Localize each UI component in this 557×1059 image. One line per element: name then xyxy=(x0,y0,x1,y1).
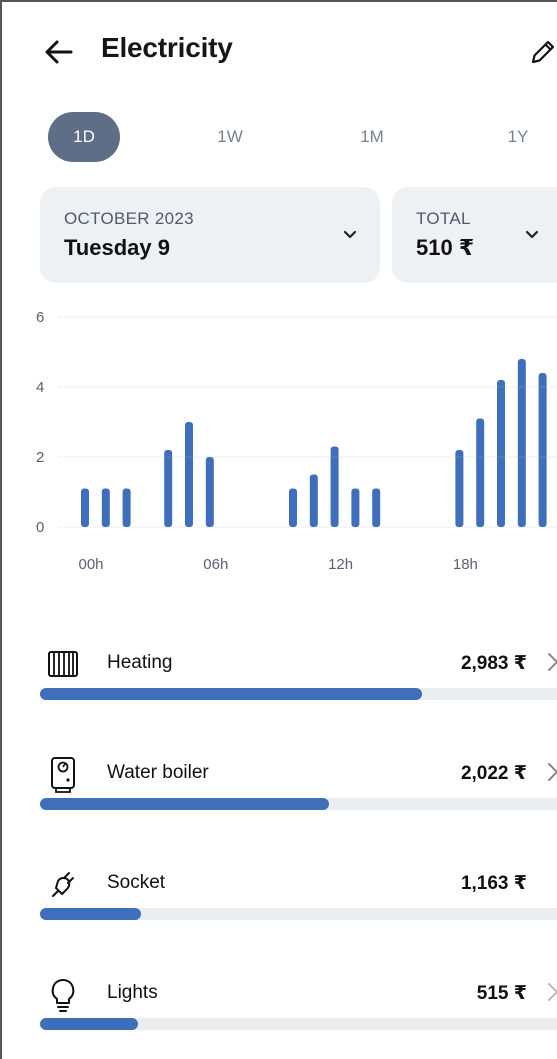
date-selector[interactable]: OCTOBER 2023 Tuesday 9 xyxy=(40,187,380,283)
y-tick-label: 4 xyxy=(36,379,44,396)
date-selector-label: OCTOBER 2023 xyxy=(64,209,194,228)
y-tick-label: 6 xyxy=(36,309,44,326)
category-name: Water boiler xyxy=(107,762,209,783)
chevron-down-icon xyxy=(525,230,539,239)
category-share-track xyxy=(40,798,557,810)
arrow-left-icon[interactable] xyxy=(43,36,75,68)
x-tick-label: 00h xyxy=(78,556,103,573)
chart-bar[interactable] xyxy=(289,488,297,528)
category-share-bar xyxy=(40,1018,139,1030)
category-amount: 515 ₹ xyxy=(476,983,527,1004)
chart-bar[interactable] xyxy=(455,450,464,527)
category-amount: 1,163 ₹ xyxy=(460,873,527,894)
plug-icon xyxy=(52,872,74,897)
tab-1m[interactable]: 1M xyxy=(340,112,404,162)
category-row-heating[interactable]: Heating 2,983 ₹ xyxy=(2,650,557,760)
category-name: Lights xyxy=(107,982,158,1003)
category-share-bar xyxy=(40,798,329,810)
chart-bar[interactable] xyxy=(309,474,318,528)
chevron-right-icon[interactable] xyxy=(546,650,557,674)
x-tick-label: 12h xyxy=(328,556,353,573)
category-row-lights[interactable]: Lights 515 ₹ xyxy=(2,979,557,1059)
pencil-icon[interactable] xyxy=(529,38,557,66)
category-amount: 2,022 ₹ xyxy=(460,763,527,784)
x-tick-label: 18h xyxy=(453,556,478,573)
chart-bar[interactable] xyxy=(351,488,360,528)
chart-bar[interactable] xyxy=(330,446,339,528)
chevron-right-icon[interactable] xyxy=(546,980,557,1004)
chart-bar[interactable] xyxy=(497,380,505,527)
total-selector-value: 510 ₹ xyxy=(416,235,475,260)
chart-bar[interactable] xyxy=(205,457,214,527)
y-tick-label: 0 xyxy=(36,519,44,536)
chart-bar[interactable] xyxy=(185,422,193,527)
category-row-socket[interactable]: Socket 1,163 ₹ xyxy=(2,870,557,980)
water-boiler-icon xyxy=(51,757,75,793)
x-tick-label: 06h xyxy=(203,556,228,573)
category-share-track xyxy=(40,688,557,700)
chart-bar[interactable] xyxy=(164,450,173,527)
chart-bar[interactable] xyxy=(538,373,547,527)
total-selector-label: TOTAL xyxy=(416,209,471,228)
chevron-down-icon xyxy=(343,230,357,239)
date-selector-value: Tuesday 9 xyxy=(64,235,170,260)
category-share-bar xyxy=(40,908,141,920)
y-tick-label: 2 xyxy=(36,449,44,466)
category-amount: 2,983 ₹ xyxy=(460,653,527,674)
chart-bar[interactable] xyxy=(372,488,381,528)
page-title: Electricity xyxy=(101,32,233,63)
chart-bar[interactable] xyxy=(101,488,110,528)
tab-1d[interactable]: 1D xyxy=(48,112,120,162)
chart-bar[interactable] xyxy=(81,488,89,528)
category-name: Heating xyxy=(107,652,173,673)
radiator-icon xyxy=(48,651,78,677)
category-share-track xyxy=(40,908,557,920)
app-screen: Electricity 1D 1W 1M 1Y OCTOBER 2023 Tue… xyxy=(0,0,557,1059)
category-share-track xyxy=(40,1018,557,1030)
category-share-bar xyxy=(40,688,422,700)
chart-bar[interactable] xyxy=(476,418,485,528)
category-name: Socket xyxy=(107,872,166,893)
chart-bar[interactable] xyxy=(122,488,131,528)
lightbulb-icon xyxy=(51,979,75,1012)
tab-1w[interactable]: 1W xyxy=(198,112,262,162)
total-selector[interactable]: TOTAL 510 ₹ xyxy=(392,187,557,283)
chart-bar[interactable] xyxy=(517,359,526,527)
hourly-consumption-chart: 0 2 4 6 00h 06h 12h 18h xyxy=(36,309,557,573)
category-row-water-boiler[interactable]: Water boiler 2,022 ₹ xyxy=(2,757,557,870)
tab-1y[interactable]: 1Y xyxy=(486,112,550,162)
chevron-right-icon[interactable] xyxy=(546,760,557,784)
